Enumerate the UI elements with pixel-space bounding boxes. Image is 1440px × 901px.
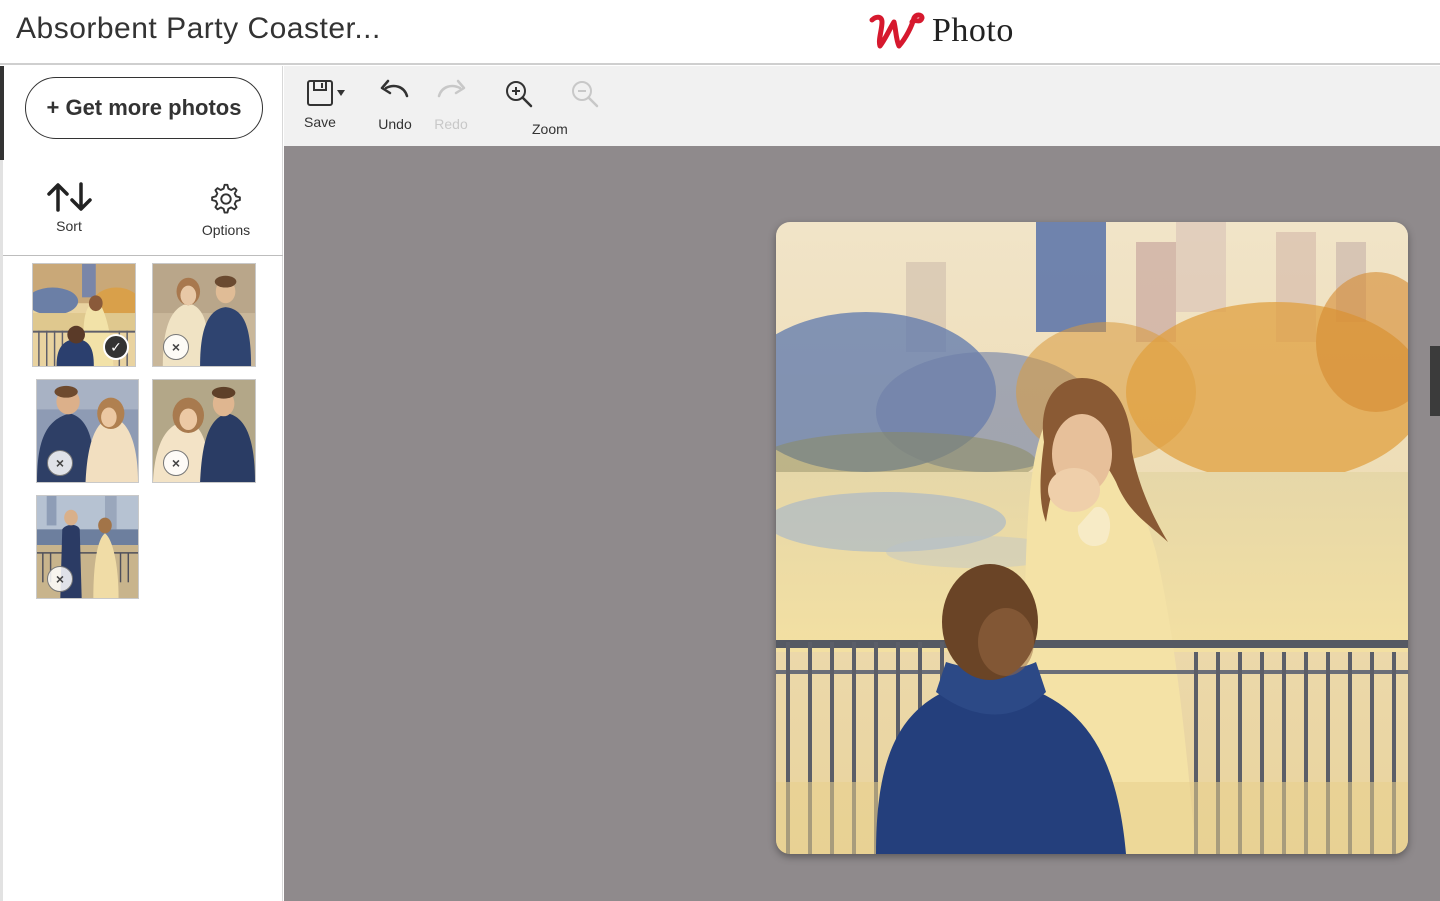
- zoom-in-button[interactable]: [504, 79, 534, 111]
- canvas-scrollbar[interactable]: [1430, 346, 1440, 416]
- gear-icon: [211, 183, 241, 214]
- close-icon[interactable]: ×: [47, 566, 73, 592]
- redo-label: Redo: [434, 116, 468, 132]
- sort-arrows-icon: [47, 182, 92, 212]
- sort-label: Sort: [56, 218, 82, 234]
- redo-arrow-icon: [437, 79, 466, 98]
- sidebar-active-indicator: [0, 66, 4, 160]
- walgreens-w-logo-icon: [869, 12, 925, 49]
- photo-thumbnail[interactable]: ×: [152, 263, 256, 367]
- photo-sidebar: + Get more photos Sort Options ✓ × × × ×: [0, 66, 283, 901]
- photo-thumbnail[interactable]: ×: [152, 379, 256, 483]
- get-more-photos-button[interactable]: + Get more photos: [25, 77, 263, 139]
- undo-arrow-icon: [380, 79, 409, 98]
- options-button[interactable]: Options: [193, 182, 259, 238]
- coaster-preview[interactable]: [776, 222, 1408, 854]
- zoom-out-icon: [572, 81, 599, 108]
- editor-toolbar: Save Undo Redo Zoom: [284, 66, 1440, 146]
- brand-name: Photo: [932, 12, 1014, 49]
- undo-button[interactable]: Undo: [378, 78, 412, 132]
- photo-thumbnail[interactable]: ×: [36, 379, 139, 483]
- sort-button[interactable]: Sort: [39, 182, 99, 234]
- options-label: Options: [201, 222, 251, 238]
- save-label: Save: [304, 114, 336, 130]
- coaster-photo: [776, 222, 1408, 854]
- save-disk-icon: [306, 80, 345, 106]
- photo-thumbnail[interactable]: ✓: [32, 263, 136, 367]
- photo-thumbnail[interactable]: ×: [36, 495, 139, 599]
- sidebar-divider: [3, 255, 283, 256]
- close-icon[interactable]: ×: [47, 450, 73, 476]
- zoom-in-icon: [506, 81, 533, 108]
- close-icon[interactable]: ×: [163, 334, 189, 360]
- project-title[interactable]: Absorbent Party Coaster...: [16, 12, 381, 46]
- save-button[interactable]: Save: [304, 78, 350, 130]
- undo-label: Undo: [378, 116, 412, 132]
- redo-button[interactable]: Redo: [434, 78, 468, 132]
- app-header: Absorbent Party Coaster... Photo: [0, 0, 1440, 65]
- brand[interactable]: Photo: [866, 10, 1014, 52]
- zoom-out-button[interactable]: [570, 79, 600, 111]
- zoom-label: Zoom: [532, 121, 568, 137]
- check-icon: ✓: [103, 334, 129, 360]
- close-icon[interactable]: ×: [163, 450, 189, 476]
